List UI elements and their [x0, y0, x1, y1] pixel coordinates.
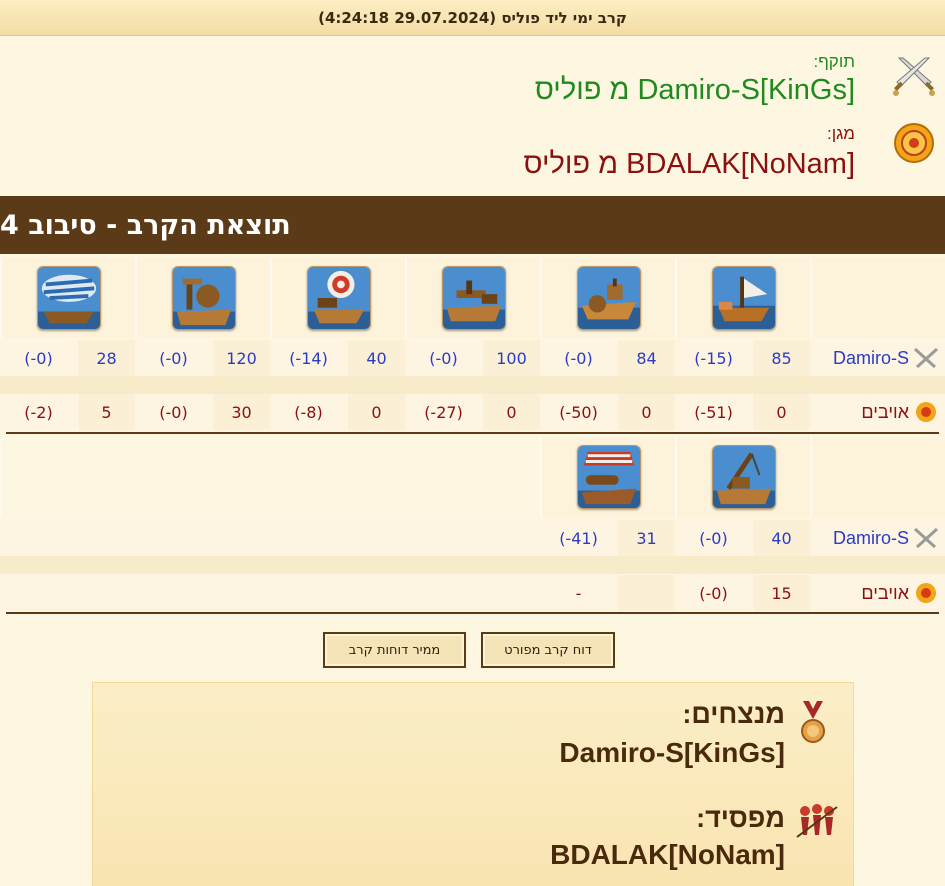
enemy-units-row: אויבים 0 (51-) 0 (50-) 0 (27-) 0 (8-) 30 (0-)…: [0, 394, 945, 430]
section-divider: [6, 612, 939, 614]
detailed-report-button[interactable]: דוח קרב מפורט: [481, 632, 615, 668]
fire-ship-icon[interactable]: [711, 266, 776, 330]
unit-count: [617, 575, 675, 611]
unit-count: 40: [347, 340, 405, 376]
unit-count-cell: 120 (0-): [135, 340, 270, 376]
unit-count: 15: [752, 575, 810, 611]
unit-count: 0: [347, 394, 405, 430]
unit-loss: (15-): [675, 340, 752, 376]
unit-loss: (0-): [675, 520, 752, 556]
report-converter-button[interactable]: ממיר דוחות קרב: [323, 632, 466, 668]
unit-count-cell: 40 (14-): [270, 340, 405, 376]
unit-slot: [270, 258, 405, 338]
unit-count: 100: [482, 340, 540, 376]
paddle-ship-icon[interactable]: [576, 266, 641, 330]
shield-icon: [916, 583, 936, 603]
unit-count-cell: 100 (0-): [405, 340, 540, 376]
enemy-label: אויבים: [861, 401, 909, 422]
defender-name[interactable]: BDALAK[NoNam] מ פוליס: [524, 148, 855, 181]
crossed-swords-icon: [913, 527, 939, 549]
loser-name[interactable]: BDALAK[NoNam]: [550, 839, 785, 871]
unit-loss: (41-): [540, 520, 617, 556]
unit-slot: [0, 258, 135, 338]
unit-loss: (27-): [405, 394, 482, 430]
unit-count: 84: [617, 340, 675, 376]
unit-count: 85: [752, 340, 810, 376]
unit-loss: (51-): [675, 394, 752, 430]
unit-slot-empty: [810, 437, 945, 517]
crane-ship-icon[interactable]: [711, 445, 776, 509]
unit-count: 28: [77, 340, 135, 376]
unit-slot-empty: [810, 258, 945, 338]
unit-slot: [675, 258, 810, 338]
mortar-ship-icon[interactable]: [306, 266, 371, 330]
unit-loss: (50-): [540, 394, 617, 430]
crossed-swords-icon: [913, 347, 939, 369]
defender-block: מגן: BDALAK[NoNam] מ פוליס: [0, 116, 937, 186]
winners-name[interactable]: Damiro-S[KinGs]: [559, 737, 785, 769]
attacker-block: תוקף: Damiro-S[KinGs] מ פוליס: [0, 44, 937, 114]
unit-slot: [135, 258, 270, 338]
own-player-name[interactable]: Damiro-S: [833, 528, 909, 549]
unit-count: 31: [617, 520, 675, 556]
crossed-swords-icon: [893, 57, 935, 96]
enemy-cell: אויבים: [810, 394, 945, 430]
enemy-cell: אויבים: [810, 575, 945, 611]
unit-count-cell: 84 (0-): [540, 340, 675, 376]
unit-count: 30: [212, 394, 270, 430]
cannon-ship-icon[interactable]: [576, 445, 641, 509]
unit-loss: (0-): [675, 575, 752, 611]
unit-slot: [405, 258, 540, 338]
own-player-name[interactable]: Damiro-S: [833, 348, 909, 369]
loser-label: מפסיד:: [696, 803, 785, 833]
unit-row-2: [0, 437, 945, 517]
section-divider: [6, 432, 939, 434]
row-spacer: [0, 376, 945, 394]
ballista-ship-icon[interactable]: [441, 266, 506, 330]
unit-count-cell: 28 (0-): [0, 340, 135, 376]
winners-label: מנצחים:: [682, 699, 785, 729]
unit-slot: [540, 437, 675, 517]
unit-loss: (0-): [405, 340, 482, 376]
own-units-row: Damiro-S 40 (0-) 31 (41-): [0, 520, 945, 556]
unit-loss: (0-): [540, 340, 617, 376]
unit-slot-empty: [0, 437, 540, 517]
shield-icon: [916, 402, 936, 422]
unit-count: 0: [482, 394, 540, 430]
battle-result-panel: מנצחים: Damiro-S[KinGs] מפסיד: BDALAK[No…: [92, 682, 854, 886]
unit-count: 120: [212, 340, 270, 376]
attacker-label: תוקף:: [813, 52, 855, 71]
unit-count: 0: [617, 394, 675, 430]
defender-label: מגן:: [826, 124, 855, 143]
balloon-carrier-icon[interactable]: [36, 266, 101, 330]
battle-title: קרב ימי ליד פוליס (29.07.2024 4:24:18): [0, 0, 945, 36]
own-player-cell: Damiro-S: [810, 340, 945, 376]
own-units-row: Damiro-S 85 (15-) 84 (0-) 100 (0-) 40 (14-) …: [0, 340, 945, 376]
attacker-name[interactable]: Damiro-S[KinGs] מ פוליס: [535, 74, 855, 107]
row-spacer: [0, 556, 945, 574]
unit-slot: [675, 437, 810, 517]
unit-row-1: [0, 258, 945, 338]
unit-loss: (8-): [270, 394, 347, 430]
unit-loss: -: [540, 575, 617, 611]
unit-loss: (0-): [135, 340, 212, 376]
medal-icon: [801, 701, 825, 743]
unit-loss: (14-): [270, 340, 347, 376]
army-icon: [796, 804, 838, 838]
unit-slot: [540, 258, 675, 338]
unit-count: 40: [752, 520, 810, 556]
catapult-ship-icon[interactable]: [171, 266, 236, 330]
shield-icon: [894, 123, 934, 163]
unit-count-cell: 85 (15-): [675, 340, 810, 376]
unit-loss: (0-): [0, 340, 77, 376]
enemy-units-row: אויבים 15 (0-) -: [0, 575, 945, 611]
enemy-label: אויבים: [861, 582, 909, 603]
own-player-cell: Damiro-S: [810, 520, 945, 556]
unit-loss: (0-): [135, 394, 212, 430]
unit-loss: (2-): [0, 394, 77, 430]
unit-count: 5: [77, 394, 135, 430]
round-title: תוצאת הקרב - סיבוב 4: [0, 196, 945, 254]
unit-count: 0: [752, 394, 810, 430]
